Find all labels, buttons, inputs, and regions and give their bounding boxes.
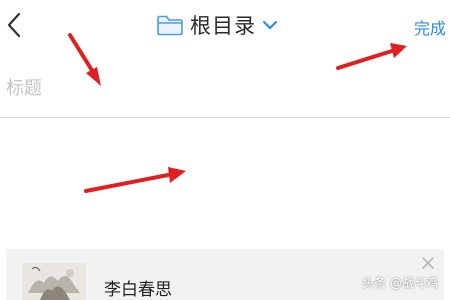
back-chevron-icon[interactable] [2, 10, 26, 40]
image-thumbnail-icon [22, 263, 86, 300]
top-bar: 根目录 完成 [0, 0, 450, 52]
done-button[interactable]: 完成 [414, 15, 446, 39]
close-icon[interactable] [420, 255, 436, 271]
title-input[interactable] [6, 70, 426, 106]
watermark: 头条 @战斗鸡 [362, 276, 438, 290]
note-body-area[interactable] [0, 118, 450, 246]
folder-name: 根目录 [190, 14, 256, 38]
attachment-title: 李白春思 [104, 280, 172, 300]
folder-picker[interactable]: 根目录 [156, 8, 278, 42]
folder-icon [157, 15, 183, 36]
chevron-down-icon [262, 20, 278, 30]
